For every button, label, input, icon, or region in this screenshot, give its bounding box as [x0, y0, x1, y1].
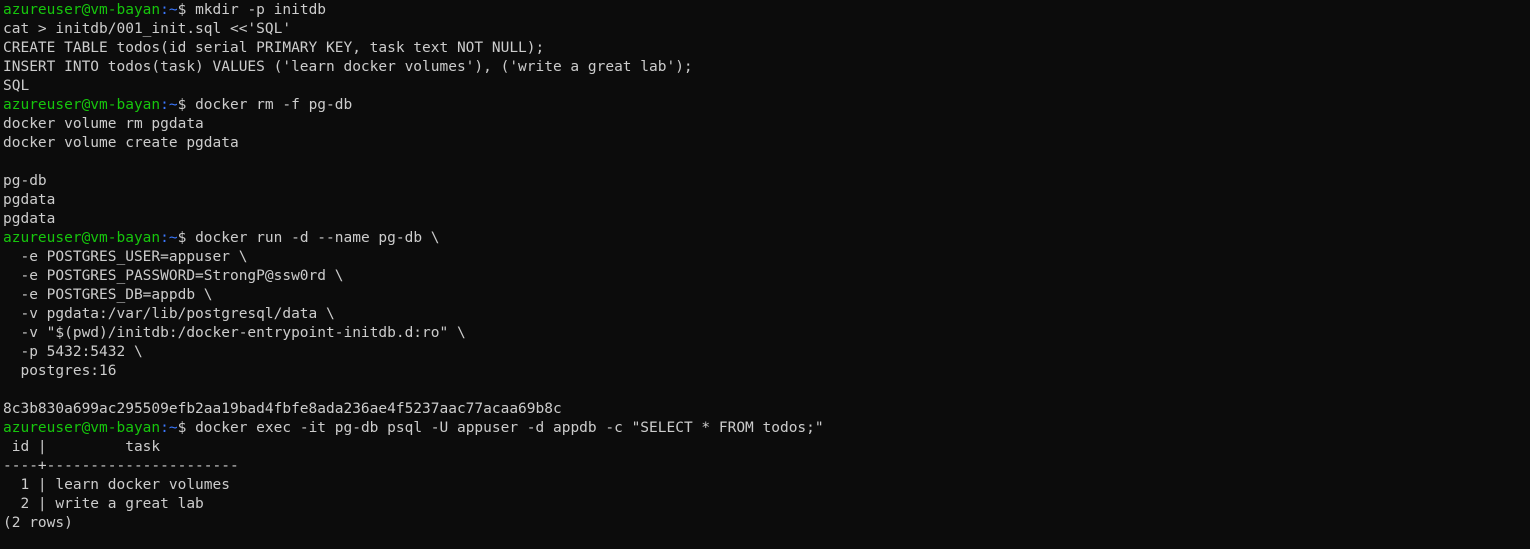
output-line: SQL — [3, 78, 30, 94]
output-line: -e POSTGRES_DB=appdb \ — [3, 287, 213, 303]
prompt-user-host: azureuser@vm-bayan — [3, 97, 161, 113]
output-line: CREATE TABLE todos(id serial PRIMARY KEY… — [3, 40, 545, 56]
output-line: INSERT INTO todos(task) VALUES ('learn d… — [3, 59, 693, 75]
output-line: 8c3b830a699ac295509efb2aa19bad4fbfe8ada2… — [3, 401, 562, 417]
output-line: pgdata — [3, 192, 56, 208]
output-line: -p 5432:5432 \ — [3, 344, 143, 360]
output-line: pgdata — [3, 211, 56, 227]
terminal-output[interactable]: azureuser@vm-bayan:~$ mkdir -p initdb cat… — [3, 1, 1523, 547]
prompt-separator: : — [160, 230, 169, 246]
output-line: docker volume rm pgdata — [3, 116, 204, 132]
prompt-symbol: $ — [177, 97, 196, 113]
prompt-separator: : — [160, 97, 169, 113]
prompt-path: ~ — [168, 97, 178, 113]
prompt-user-host: azureuser@vm-bayan — [3, 2, 161, 18]
prompt-symbol: $ — [177, 420, 196, 436]
output-line: id | task — [3, 439, 161, 455]
output-line: postgres:16 — [3, 363, 117, 379]
command-text: mkdir -p initdb — [195, 2, 327, 18]
output-line: 2 | write a great lab — [3, 496, 204, 512]
command-text: docker run -d --name pg-db \ — [195, 230, 440, 246]
output-line: cat > initdb/001_init.sql <<'SQL' — [3, 21, 292, 37]
prompt-path: ~ — [168, 420, 178, 436]
output-line: -v "$(pwd)/initdb:/docker-entrypoint-ini… — [3, 325, 466, 341]
output-line: pg-db — [3, 173, 47, 189]
prompt-separator: : — [160, 420, 169, 436]
command-text: docker rm -f pg-db — [195, 97, 353, 113]
prompt-symbol: $ — [177, 230, 196, 246]
output-line: 1 | learn docker volumes — [3, 477, 230, 493]
output-line: -v pgdata:/var/lib/postgresql/data \ — [3, 306, 335, 322]
prompt-line: azureuser@vm-bayan:~$ docker exec -it pg… — [3, 419, 1523, 438]
prompt-user-host: azureuser@vm-bayan — [3, 420, 161, 436]
output-line: ----+---------------------- — [3, 458, 239, 474]
output-line: docker volume create pgdata — [3, 135, 239, 151]
output-line: -e POSTGRES_USER=appuser \ — [3, 249, 248, 265]
prompt-line: azureuser@vm-bayan:~$ docker rm -f pg-db — [3, 96, 1523, 115]
output-line: (2 rows) — [3, 515, 73, 531]
prompt-separator: : — [160, 2, 169, 18]
prompt-path: ~ — [168, 230, 178, 246]
command-text: docker exec -it pg-db psql -U appuser -d… — [195, 420, 824, 436]
prompt-symbol: $ — [177, 2, 196, 18]
prompt-line: azureuser@vm-bayan:~$ docker run -d --na… — [3, 229, 1523, 248]
output-line: -e POSTGRES_PASSWORD=StrongP@ssw0rd \ — [3, 268, 344, 284]
prompt-line: azureuser@vm-bayan:~$ mkdir -p initdb — [3, 1, 1523, 20]
prompt-user-host: azureuser@vm-bayan — [3, 230, 161, 246]
prompt-path: ~ — [168, 2, 178, 18]
